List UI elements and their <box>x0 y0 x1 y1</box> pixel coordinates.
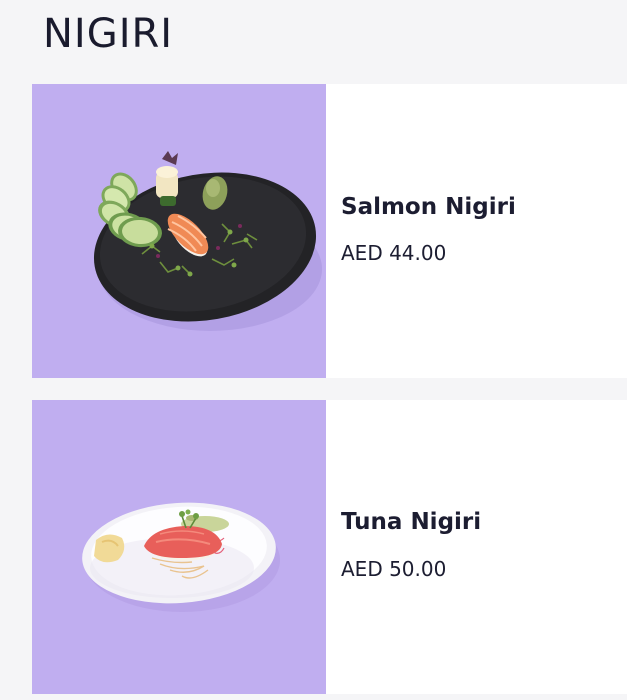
menu-item-card-tuna-nigiri[interactable]: Tuna Nigiri AED 50.00 <box>32 400 627 694</box>
item-name[interactable]: Salmon Nigiri <box>341 194 516 220</box>
menu-item-card-salmon-nigiri[interactable]: Salmon Nigiri AED 44.00 <box>32 84 627 378</box>
tuna-nigiri-image[interactable] <box>32 400 326 694</box>
item-price: AED 50.00 <box>341 557 447 581</box>
section-header: NIGIRI <box>0 0 627 84</box>
section-title: NIGIRI <box>43 11 174 57</box>
salmon-nigiri-image[interactable] <box>32 84 326 378</box>
item-price: AED 44.00 <box>341 241 447 265</box>
item-name[interactable]: Tuna Nigiri <box>341 509 481 535</box>
